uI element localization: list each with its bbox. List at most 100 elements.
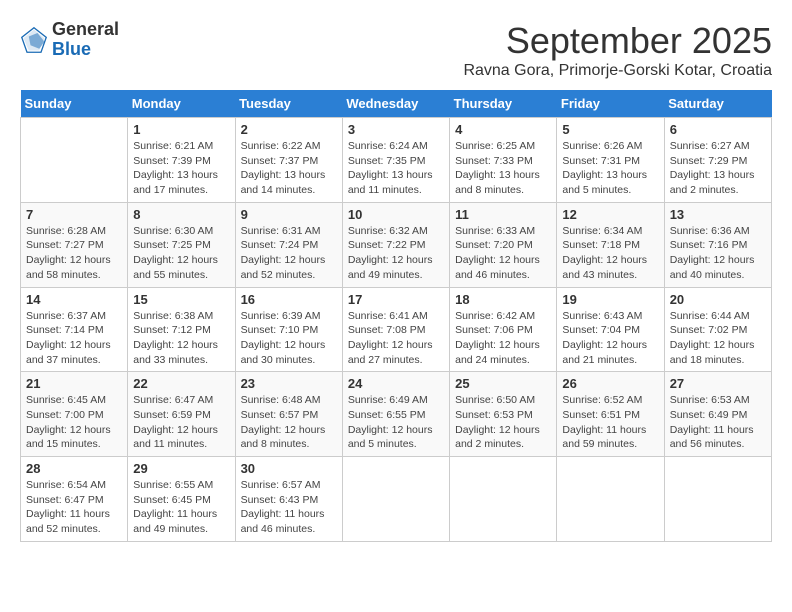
table-row: 10 Sunrise: 6:32 AMSunset: 7:22 PMDayligh…: [342, 202, 449, 287]
table-row: 17 Sunrise: 6:41 AMSunset: 7:08 PMDayligh…: [342, 287, 449, 372]
day-info: Sunrise: 6:54 AMSunset: 6:47 PMDaylight:…: [26, 478, 122, 537]
table-row: 26 Sunrise: 6:52 AMSunset: 6:51 PMDayligh…: [557, 372, 664, 457]
table-row: 27 Sunrise: 6:53 AMSunset: 6:49 PMDayligh…: [664, 372, 771, 457]
day-info: Sunrise: 6:31 AMSunset: 7:24 PMDaylight:…: [241, 224, 337, 283]
day-info: Sunrise: 6:25 AMSunset: 7:33 PMDaylight:…: [455, 139, 551, 198]
day-number: 18: [455, 292, 551, 307]
logo-text: General Blue: [52, 20, 119, 60]
day-info: Sunrise: 6:39 AMSunset: 7:10 PMDaylight:…: [241, 309, 337, 368]
table-row: [21, 118, 128, 203]
calendar-body: 1 Sunrise: 6:21 AMSunset: 7:39 PMDaylight…: [21, 118, 772, 542]
day-info: Sunrise: 6:47 AMSunset: 6:59 PMDaylight:…: [133, 393, 229, 452]
table-row: 24 Sunrise: 6:49 AMSunset: 6:55 PMDayligh…: [342, 372, 449, 457]
day-number: 13: [670, 207, 766, 222]
table-row: 3Sunrise: 6:24 AMSunset: 7:35 PMDaylight…: [342, 118, 449, 203]
table-row: [664, 457, 771, 542]
day-number: 25: [455, 376, 551, 391]
day-info: Sunrise: 6:49 AMSunset: 6:55 PMDaylight:…: [348, 393, 444, 452]
day-number: 5: [562, 122, 658, 137]
day-number: 14: [26, 292, 122, 307]
day-info: Sunrise: 6:21 AMSunset: 7:39 PMDaylight:…: [133, 139, 229, 198]
day-number: 17: [348, 292, 444, 307]
day-info: Sunrise: 6:37 AMSunset: 7:14 PMDaylight:…: [26, 309, 122, 368]
location: Ravna Gora, Primorje-Gorski Kotar, Croat…: [463, 62, 772, 80]
table-row: 28Sunrise: 6:54 AMSunset: 6:47 PMDayligh…: [21, 457, 128, 542]
day-number: 22: [133, 376, 229, 391]
day-number: 9: [241, 207, 337, 222]
table-row: 11 Sunrise: 6:33 AMSunset: 7:20 PMDayligh…: [450, 202, 557, 287]
day-info: Sunrise: 6:34 AMSunset: 7:18 PMDaylight:…: [562, 224, 658, 283]
table-row: 22 Sunrise: 6:47 AMSunset: 6:59 PMDayligh…: [128, 372, 235, 457]
table-row: 13Sunrise: 6:36 AMSunset: 7:16 PMDayligh…: [664, 202, 771, 287]
table-row: [450, 457, 557, 542]
header-tuesday: Tuesday: [235, 90, 342, 118]
title-block: September 2025 Ravna Gora, Primorje-Gors…: [463, 20, 772, 80]
day-number: 1: [133, 122, 229, 137]
day-number: 19: [562, 292, 658, 307]
day-info: Sunrise: 6:53 AMSunset: 6:49 PMDaylight:…: [670, 393, 766, 452]
day-info: Sunrise: 6:50 AMSunset: 6:53 PMDaylight:…: [455, 393, 551, 452]
day-info: Sunrise: 6:43 AMSunset: 7:04 PMDaylight:…: [562, 309, 658, 368]
day-info: Sunrise: 6:57 AMSunset: 6:43 PMDaylight:…: [241, 478, 337, 537]
logo: General Blue: [20, 20, 119, 60]
table-row: 29Sunrise: 6:55 AMSunset: 6:45 PMDayligh…: [128, 457, 235, 542]
page-header: General Blue September 2025 Ravna Gora, …: [20, 20, 772, 80]
day-info: Sunrise: 6:33 AMSunset: 7:20 PMDaylight:…: [455, 224, 551, 283]
table-row: 25 Sunrise: 6:50 AMSunset: 6:53 PMDayligh…: [450, 372, 557, 457]
header-thursday: Thursday: [450, 90, 557, 118]
header-saturday: Saturday: [664, 90, 771, 118]
day-info: Sunrise: 6:26 AMSunset: 7:31 PMDaylight:…: [562, 139, 658, 198]
day-info: Sunrise: 6:52 AMSunset: 6:51 PMDaylight:…: [562, 393, 658, 452]
day-number: 16: [241, 292, 337, 307]
table-row: 1 Sunrise: 6:21 AMSunset: 7:39 PMDaylight…: [128, 118, 235, 203]
table-row: 5 Sunrise: 6:26 AMSunset: 7:31 PMDaylight…: [557, 118, 664, 203]
day-info: Sunrise: 6:48 AMSunset: 6:57 PMDaylight:…: [241, 393, 337, 452]
logo-general: General: [52, 19, 119, 39]
day-number: 6: [670, 122, 766, 137]
day-number: 30: [241, 461, 337, 476]
day-number: 24: [348, 376, 444, 391]
day-number: 23: [241, 376, 337, 391]
table-row: 6 Sunrise: 6:27 AMSunset: 7:29 PMDaylight…: [664, 118, 771, 203]
table-row: 20Sunrise: 6:44 AMSunset: 7:02 PMDayligh…: [664, 287, 771, 372]
logo-icon: [20, 26, 48, 54]
calendar-week-row: 7Sunrise: 6:28 AMSunset: 7:27 PMDaylight…: [21, 202, 772, 287]
day-info: Sunrise: 6:38 AMSunset: 7:12 PMDaylight:…: [133, 309, 229, 368]
header-monday: Monday: [128, 90, 235, 118]
table-row: 7Sunrise: 6:28 AMSunset: 7:27 PMDaylight…: [21, 202, 128, 287]
table-row: 21 Sunrise: 6:45 AMSunset: 7:00 PMDayligh…: [21, 372, 128, 457]
table-row: 16 Sunrise: 6:39 AMSunset: 7:10 PMDayligh…: [235, 287, 342, 372]
day-info: Sunrise: 6:24 AMSunset: 7:35 PMDaylight:…: [348, 139, 444, 198]
day-number: 20: [670, 292, 766, 307]
day-info: Sunrise: 6:32 AMSunset: 7:22 PMDaylight:…: [348, 224, 444, 283]
day-info: Sunrise: 6:30 AMSunset: 7:25 PMDaylight:…: [133, 224, 229, 283]
day-info: Sunrise: 6:42 AMSunset: 7:06 PMDaylight:…: [455, 309, 551, 368]
day-info: Sunrise: 6:45 AMSunset: 7:00 PMDaylight:…: [26, 393, 122, 452]
day-number: 11: [455, 207, 551, 222]
day-number: 4: [455, 122, 551, 137]
table-row: 19 Sunrise: 6:43 AMSunset: 7:04 PMDayligh…: [557, 287, 664, 372]
day-number: 15: [133, 292, 229, 307]
logo-blue: Blue: [52, 39, 91, 59]
calendar-table: Sunday Monday Tuesday Wednesday Thursday…: [20, 90, 772, 542]
day-number: 21: [26, 376, 122, 391]
table-row: 9 Sunrise: 6:31 AMSunset: 7:24 PMDaylight…: [235, 202, 342, 287]
day-number: 8: [133, 207, 229, 222]
table-row: [342, 457, 449, 542]
day-number: 12: [562, 207, 658, 222]
calendar-week-row: 1 Sunrise: 6:21 AMSunset: 7:39 PMDaylight…: [21, 118, 772, 203]
table-row: [557, 457, 664, 542]
day-info: Sunrise: 6:22 AMSunset: 7:37 PMDaylight:…: [241, 139, 337, 198]
day-info: Sunrise: 6:27 AMSunset: 7:29 PMDaylight:…: [670, 139, 766, 198]
weekday-header-row: Sunday Monday Tuesday Wednesday Thursday…: [21, 90, 772, 118]
table-row: 30 Sunrise: 6:57 AMSunset: 6:43 PMDayligh…: [235, 457, 342, 542]
day-info: Sunrise: 6:41 AMSunset: 7:08 PMDaylight:…: [348, 309, 444, 368]
day-number: 10: [348, 207, 444, 222]
day-info: Sunrise: 6:28 AMSunset: 7:27 PMDaylight:…: [26, 224, 122, 283]
day-number: 27: [670, 376, 766, 391]
table-row: 12 Sunrise: 6:34 AMSunset: 7:18 PMDayligh…: [557, 202, 664, 287]
day-number: 26: [562, 376, 658, 391]
table-row: 8 Sunrise: 6:30 AMSunset: 7:25 PMDaylight…: [128, 202, 235, 287]
table-row: 23 Sunrise: 6:48 AMSunset: 6:57 PMDayligh…: [235, 372, 342, 457]
table-row: 18 Sunrise: 6:42 AMSunset: 7:06 PMDayligh…: [450, 287, 557, 372]
